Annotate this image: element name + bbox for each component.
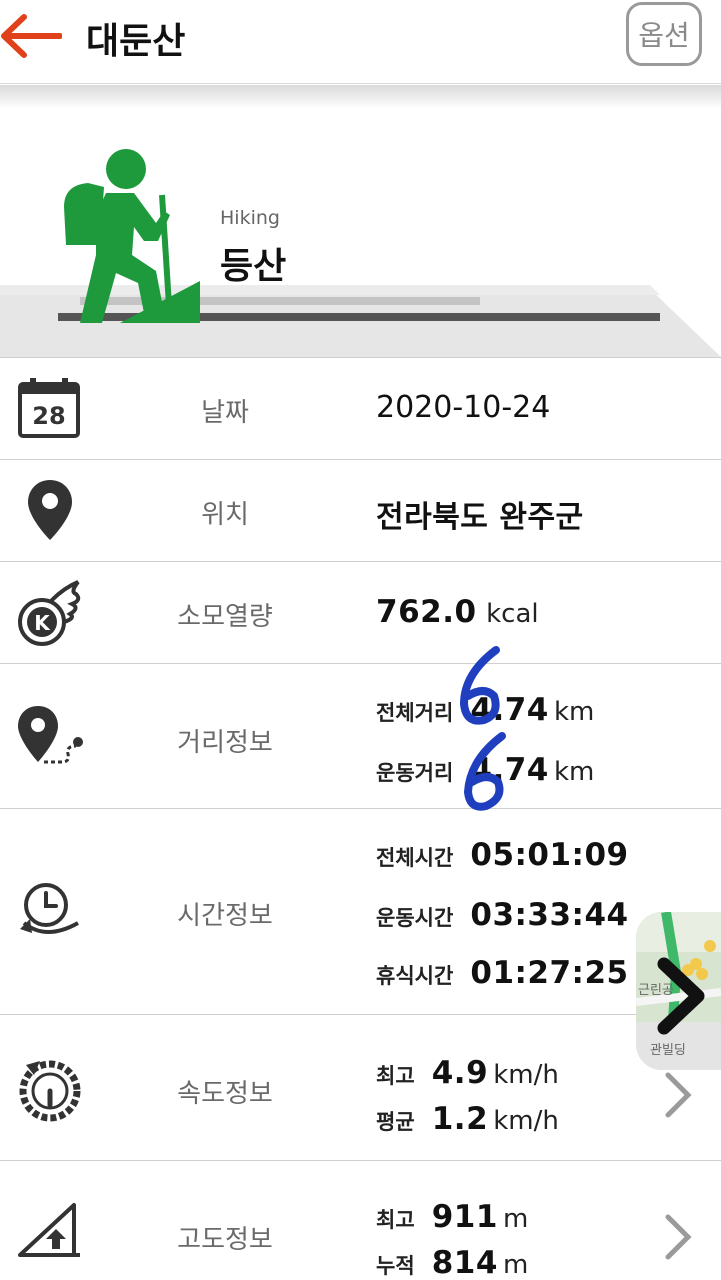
altitude-label: 고도정보 [177, 1225, 273, 1255]
date-value: 2020-10-24 [376, 390, 551, 425]
row-location: 위치 전라북도 완주군 [0, 459, 721, 561]
calories-label: 소모열량 [177, 602, 273, 632]
total-time: 전체시간 05:01:09 [376, 837, 629, 873]
time-label: 시간정보 [177, 901, 273, 931]
info-list: 28 날짜 2020-10-24 위치 전라북도 완주군 K 소모열량 762.… [0, 357, 721, 1280]
distance-label: 거리정보 [177, 728, 273, 758]
calorie-fire-icon: K [18, 580, 81, 646]
svg-text:6: 6 [484, 703, 485, 705]
map-text-building: 관빌딩 [650, 1043, 686, 1058]
speedometer-icon [19, 1060, 81, 1122]
map-thumbnail-button[interactable]: 근린공 관빌딩 [636, 912, 721, 1070]
clock-icon [20, 883, 79, 934]
chevron-right-icon[interactable] [662, 1213, 694, 1261]
handwritten-six-marks: 6 [459, 646, 506, 811]
max-speed: 최고 4.9 km/h [376, 1055, 559, 1091]
back-button[interactable] [0, 14, 63, 58]
svg-text:K: K [34, 611, 51, 635]
activity-name: 등산 [220, 246, 287, 287]
row-altitude[interactable]: 고도정보 최고 911 m 누적 814 m [0, 1160, 721, 1280]
route-pin-icon [18, 706, 83, 764]
row-calories: K 소모열량 762.0 kcal [0, 561, 721, 663]
calendar-icon: 28 [18, 378, 80, 438]
option-button[interactable]: 옵션 [626, 2, 702, 66]
location-label: 위치 [201, 500, 249, 530]
svg-text:28: 28 [32, 402, 65, 430]
page-title: 대둔산 [86, 21, 186, 62]
header-shadow [0, 85, 721, 109]
rest-time: 휴식시간 01:27:25 [376, 955, 629, 991]
calories-value: 762.0 kcal [376, 594, 539, 630]
date-label: 날짜 [201, 398, 249, 428]
moving-time: 운동시간 03:33:44 [376, 897, 629, 933]
speed-label: 속도정보 [177, 1079, 273, 1109]
location-pin-icon [28, 480, 72, 540]
activity-subtitle: Hiking [220, 207, 280, 229]
chevron-right-icon[interactable] [662, 1071, 694, 1119]
app-header: 대둔산 옵션 [0, 0, 721, 84]
map-thumbnail-image: 근린공 관빌딩 [636, 912, 721, 1070]
row-time: 시간정보 전체시간 05:01:09 운동시간 03:33:44 휴식시간 01… [0, 808, 721, 1014]
activity-banner: Hiking 등산 [0, 109, 721, 357]
back-arrow-icon [1, 14, 63, 58]
altitude-icon [18, 1203, 80, 1257]
row-date: 28 날짜 2020-10-24 [0, 357, 721, 459]
location-value: 전라북도 완주군 [376, 500, 584, 535]
cumulative-altitude: 누적 814 m [376, 1245, 529, 1280]
max-altitude: 최고 911 m [376, 1199, 529, 1235]
row-speed[interactable]: 속도정보 최고 4.9 km/h 평균 1.2 km/h [0, 1014, 721, 1160]
avg-speed: 평균 1.2 km/h [376, 1101, 559, 1137]
row-distance: 거리정보 전체거리 4.74 km 운동거리 4.74 km [0, 663, 721, 808]
hiker-icon [64, 149, 200, 323]
map-text-park: 근린공 [638, 983, 674, 998]
